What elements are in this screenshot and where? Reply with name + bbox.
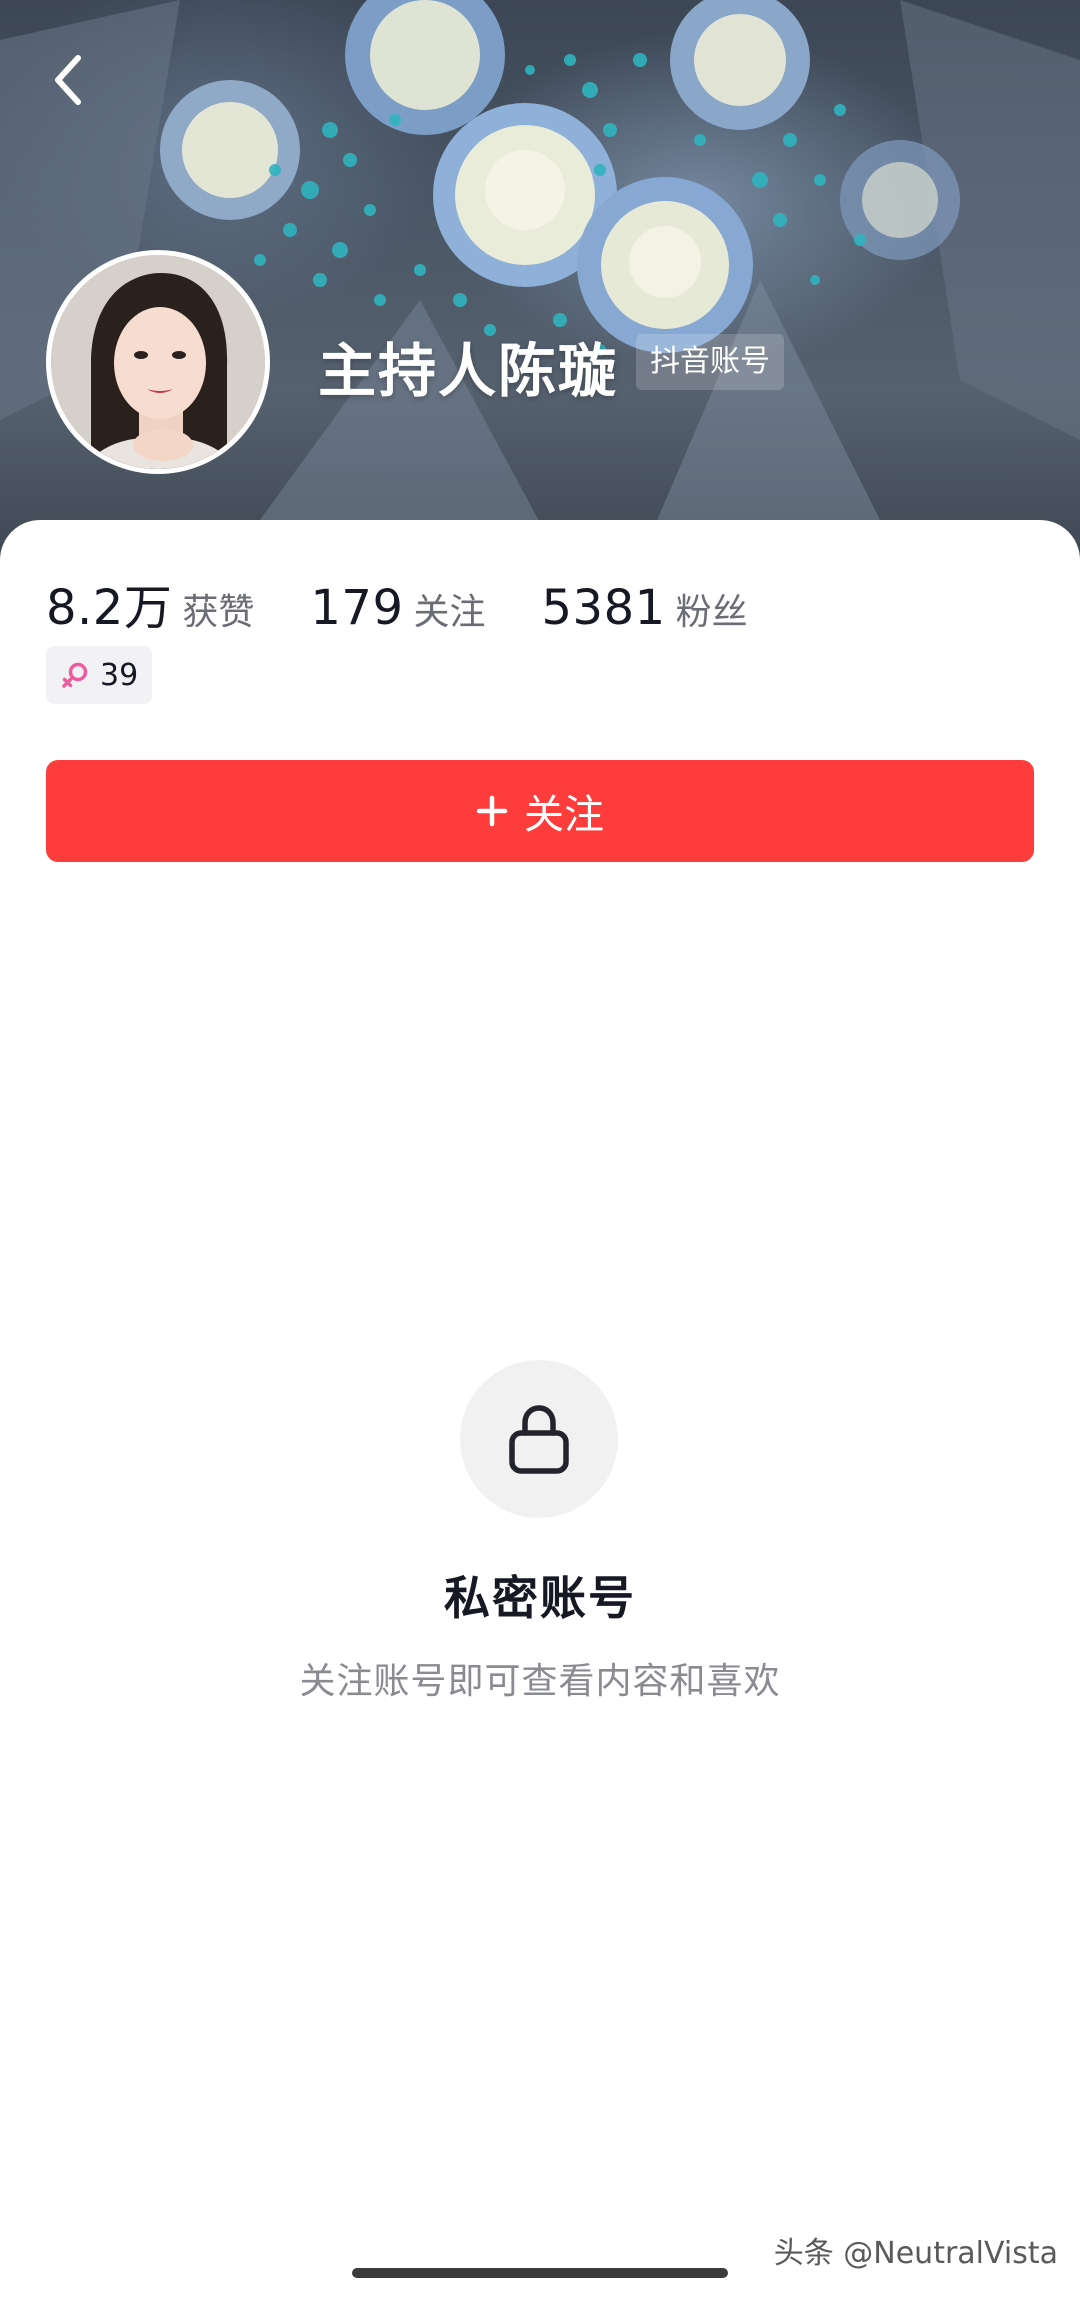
avatar-portrait: [51, 255, 265, 469]
private-lock-badge: [460, 1360, 618, 1518]
follow-button[interactable]: 关注: [46, 760, 1034, 862]
stat-followers[interactable]: 5381 粉丝: [542, 580, 748, 636]
stat-likes-value: 8.2万: [46, 580, 173, 636]
stat-followers-label: 粉丝: [675, 592, 748, 633]
profile-page: 主持人陈璇 抖音账号 8.2万 获赞 179 关注 5381 粉丝 39 关注 …: [0, 0, 1080, 2297]
gender-age-badge: 39: [46, 646, 153, 704]
plus-icon: [476, 795, 508, 827]
stat-following-value: 179: [310, 580, 404, 636]
home-indicator[interactable]: [352, 2268, 728, 2278]
avatar[interactable]: [46, 250, 270, 474]
account-type-tag: 抖音账号: [636, 334, 784, 390]
profile-stats: 8.2万 获赞 179 关注 5381 粉丝: [46, 568, 804, 636]
profile-cover-image: 主持人陈璇 抖音账号: [0, 0, 1080, 560]
profile-name: 主持人陈璇: [318, 337, 619, 405]
stat-followers-value: 5381: [541, 580, 666, 636]
female-icon: [62, 662, 88, 688]
private-account-subtitle: 关注账号即可查看内容和喜欢: [299, 1661, 781, 1702]
age-value: 39: [100, 657, 139, 693]
stat-likes[interactable]: 8.2万 获赞: [46, 568, 254, 638]
private-account-title: 私密账号: [444, 1571, 636, 1625]
stat-following[interactable]: 179 关注: [310, 580, 485, 636]
watermark: 头条 @NeutralVista: [773, 2236, 1058, 2271]
chevron-left-icon: [55, 55, 81, 105]
lock-icon: [509, 1405, 569, 1474]
stat-likes-label: 获赞: [182, 592, 255, 633]
back-button[interactable]: [48, 52, 132, 136]
stat-following-label: 关注: [413, 592, 486, 633]
follow-button-label: 关注: [524, 792, 604, 838]
